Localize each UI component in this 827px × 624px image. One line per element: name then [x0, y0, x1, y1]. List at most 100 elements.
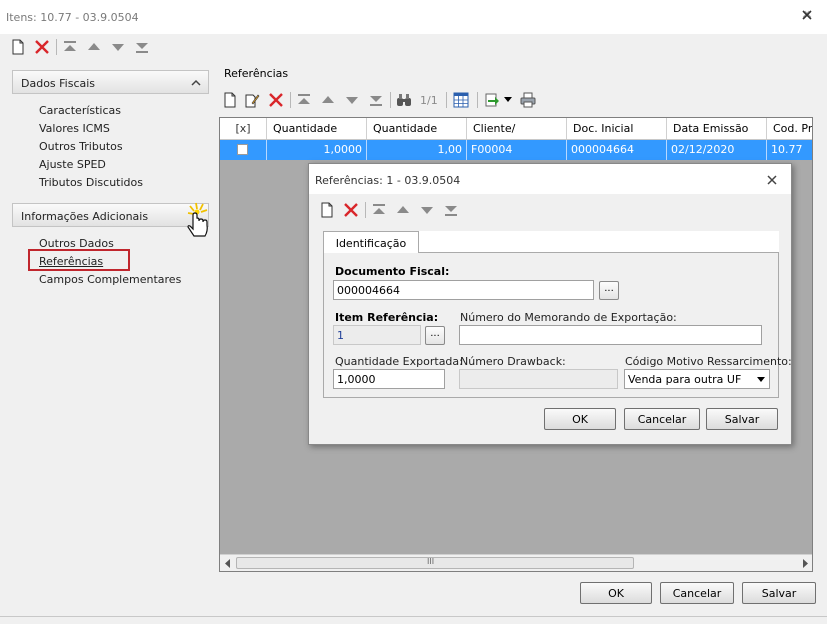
table-row[interactable]: 1,0000 1,00 F00004 000004664 02/12/2020 … [220, 140, 812, 160]
codigo-motivo-select[interactable]: Venda para outra UF [624, 369, 770, 389]
documento-fiscal-field[interactable]: 000004664 [333, 280, 594, 300]
row-checkbox-cell [220, 140, 267, 160]
new-document-icon[interactable] [10, 39, 26, 55]
dialog-toolbar [309, 194, 791, 222]
hand-cursor-icon [187, 202, 208, 237]
left-navigation-panel: Dados Fiscais Características Valores IC… [12, 70, 212, 600]
pager-text: 1/1 [420, 94, 438, 107]
cell-doc-inicial: 000004664 [567, 140, 667, 160]
toolbar-separator [446, 92, 447, 108]
move-last-icon[interactable] [368, 92, 384, 108]
numero-memorando-field[interactable] [459, 325, 762, 345]
scroll-right-icon[interactable] [801, 559, 809, 568]
grid-header: [x] Quantidade Quantidade Cliente/ Doc. … [220, 118, 812, 140]
grid-view-icon[interactable] [453, 92, 469, 108]
group-header-label: Dados Fiscais [21, 77, 96, 90]
grid-column-select[interactable]: [x] [220, 118, 267, 139]
move-last-icon[interactable] [443, 202, 459, 218]
new-document-icon[interactable] [319, 202, 335, 218]
delete-icon[interactable] [34, 39, 50, 55]
close-icon[interactable] [766, 174, 778, 186]
scrollbar-grip: III [427, 557, 435, 566]
move-down-icon[interactable] [110, 39, 126, 55]
item-referencia-label: Item Referência: [335, 311, 439, 324]
grid-column-quantidade[interactable]: Quantidade [267, 118, 367, 139]
grid-column-quantidade-2[interactable]: Quantidade [367, 118, 467, 139]
grid-column-data-emissao[interactable]: Data Emissão [667, 118, 767, 139]
tab-identificacao[interactable]: Identificação [323, 231, 419, 253]
group-header-dados-fiscais[interactable]: Dados Fiscais [12, 70, 209, 94]
group-header-label: Informações Adicionais [21, 210, 149, 223]
scroll-left-icon[interactable] [224, 559, 232, 568]
nav-item-ajuste-sped[interactable]: Ajuste SPED [39, 158, 106, 171]
new-document-icon[interactable] [222, 92, 238, 108]
close-icon[interactable] [800, 8, 814, 22]
dialog-save-button[interactable]: Salvar [706, 408, 778, 430]
move-up-icon[interactable] [320, 92, 336, 108]
move-first-icon[interactable] [371, 202, 387, 218]
grid-column-doc-inicial[interactable]: Doc. Inicial [567, 118, 667, 139]
horizontal-scrollbar[interactable]: III [220, 554, 812, 571]
nav-item-caracteristicas[interactable]: Características [39, 104, 121, 117]
binoculars-search-icon[interactable] [396, 92, 412, 108]
cancel-button[interactable]: Cancelar [660, 582, 734, 604]
tab-strip [419, 231, 779, 253]
item-referencia-field[interactable]: 1 [333, 325, 421, 345]
cell-cliente: F00004 [467, 140, 567, 160]
collapse-chevron-icon[interactable] [191, 79, 201, 87]
dropdown-arrow-icon[interactable] [504, 97, 512, 103]
bottom-divider [0, 616, 827, 617]
documento-fiscal-label: Documento Fiscal: [335, 265, 450, 278]
grid-column-cliente[interactable]: Cliente/ [467, 118, 567, 139]
move-first-icon[interactable] [296, 92, 312, 108]
row-checkbox[interactable] [237, 144, 248, 155]
quantidade-exportada-label: Quantidade Exportada: [335, 355, 463, 368]
move-up-icon[interactable] [86, 39, 102, 55]
numero-drawback-label: Número Drawback: [460, 355, 566, 368]
selected-item-highlight [28, 249, 130, 271]
references-title: Referências [224, 67, 289, 80]
references-toolbar: 1/1 [220, 86, 817, 114]
documento-fiscal-lookup-button[interactable]: ... [599, 281, 619, 300]
nav-item-outros-tributos[interactable]: Outros Tributos [39, 140, 123, 153]
dialog-cancel-button[interactable]: Cancelar [624, 408, 700, 430]
toolbar-separator [365, 202, 366, 218]
item-referencia-lookup-button[interactable]: ... [425, 326, 445, 345]
numero-drawback-field[interactable] [459, 369, 618, 389]
grid-column-cod-produto[interactable]: Cod. Pro [767, 118, 812, 139]
cell-cod-produto: 10.77 [771, 143, 803, 156]
delete-icon[interactable] [268, 92, 284, 108]
dialog-ok-button[interactable]: OK [544, 408, 616, 430]
toolbar-separator [290, 92, 291, 108]
cell-quantidade: 1,0000 [267, 140, 367, 160]
move-up-icon[interactable] [395, 202, 411, 218]
quantidade-exportada-field[interactable]: 1,0000 [333, 369, 445, 389]
codigo-motivo-value: Venda para outra UF [628, 373, 742, 386]
group-header-informacoes-adicionais[interactable]: Informações Adicionais [12, 203, 209, 227]
nav-item-tributos-discutidos[interactable]: Tributos Discutidos [39, 176, 143, 189]
cell-quantidade-2: 1,00 [367, 140, 467, 160]
main-toolbar [0, 34, 827, 60]
ok-button[interactable]: OK [580, 582, 652, 604]
move-down-icon[interactable] [344, 92, 360, 108]
toolbar-separator [477, 92, 478, 108]
dialog-title: Referências: 1 - 03.9.0504 [315, 174, 461, 187]
edit-icon[interactable] [244, 92, 260, 108]
move-down-icon[interactable] [419, 202, 435, 218]
scrollbar-thumb[interactable]: III [236, 557, 634, 569]
referencias-dialog: Referências: 1 - 03.9.0504 Identificação… [308, 163, 792, 445]
move-last-icon[interactable] [134, 39, 150, 55]
move-first-icon[interactable] [62, 39, 78, 55]
dialog-titlebar: Referências: 1 - 03.9.0504 [309, 164, 791, 194]
window-title: Itens: 10.77 - 03.9.0504 [6, 11, 139, 24]
export-icon[interactable] [484, 92, 500, 108]
save-button[interactable]: Salvar [742, 582, 816, 604]
toolbar-separator [390, 92, 391, 108]
chevron-down-icon[interactable] [757, 377, 765, 382]
numero-memorando-label: Número do Memorando de Exportação: [460, 311, 677, 324]
nav-item-valores-icms[interactable]: Valores ICMS [39, 122, 110, 135]
nav-item-campos-complementares[interactable]: Campos Complementares [39, 273, 181, 286]
toolbar-separator [56, 39, 57, 55]
print-icon[interactable] [520, 92, 536, 108]
delete-icon[interactable] [343, 202, 359, 218]
